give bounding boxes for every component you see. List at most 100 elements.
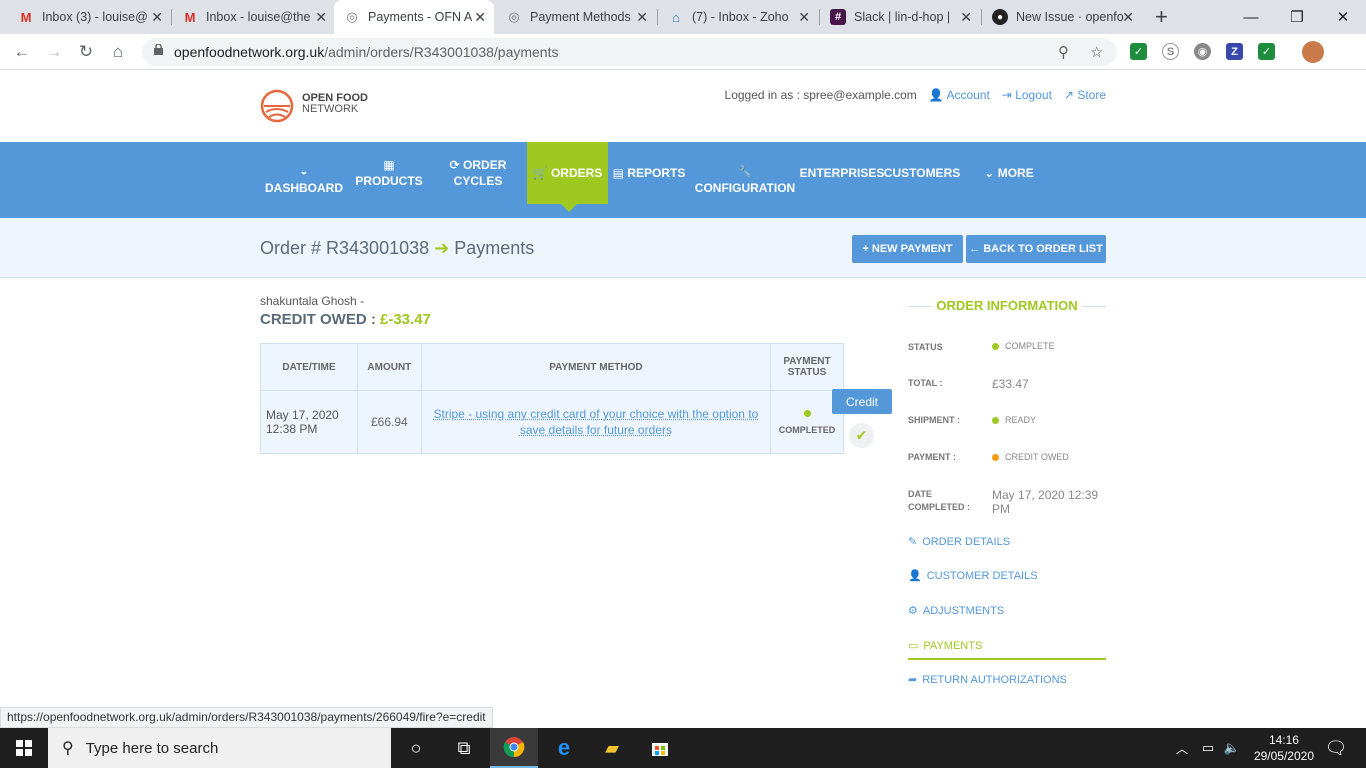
browser-tab-active[interactable]: ◎ Payments - OFN A ✕	[334, 0, 494, 34]
site-logo[interactable]: OPEN FOOD NETWORK	[302, 93, 368, 115]
github-icon: ●	[992, 9, 1008, 25]
total-label: TOTAL :	[908, 378, 943, 388]
nav-orders[interactable]: 🛒 ORDERS	[527, 142, 608, 204]
payment-datetime: May 17, 2020 12:38 PM	[260, 390, 358, 454]
zoom-icon[interactable]: ⚲	[1058, 43, 1069, 61]
plus-icon: +	[862, 243, 872, 255]
skype-extension-icon[interactable]: S	[1162, 43, 1179, 60]
close-tab-icon[interactable]: ✕	[315, 9, 327, 26]
account-link[interactable]: 👤 Account	[929, 88, 990, 102]
credit-action-button[interactable]: ✔	[849, 423, 874, 448]
ofn-icon: ◎	[346, 9, 358, 24]
forward-button[interactable]: →	[42, 40, 66, 64]
address-bar[interactable]: openfoodnetwork.org.uk/admin/orders/R343…	[142, 38, 1117, 66]
column-header-amount: AMOUNT	[356, 343, 422, 391]
taskbar-clock[interactable]: 14:16 29/05/2020	[1254, 732, 1314, 764]
new-tab-button[interactable]: +	[1155, 4, 1168, 30]
sidebar-link-order-details[interactable]: ✎ ORDER DETAILS	[908, 535, 1010, 549]
status-dot-icon	[992, 453, 999, 461]
close-tab-icon[interactable]: ✕	[798, 9, 810, 26]
restore-window-button[interactable]: ❐	[1274, 0, 1320, 34]
close-tab-icon[interactable]: ✕	[151, 9, 163, 26]
customer-name: shakuntala Ghosh -	[260, 294, 365, 308]
nav-products[interactable]: ▦ PRODUCTS	[348, 142, 430, 204]
taskbar-search-input[interactable]: ⚲ Type here to search	[48, 728, 391, 768]
user-icon: 👤	[908, 570, 922, 582]
back-to-order-list-button[interactable]: ← BACK TO ORDER LIST	[966, 235, 1106, 263]
notifications-icon[interactable]: 🗨	[1312, 728, 1360, 768]
nav-dashboard[interactable]: ◒ DASHBOARD	[262, 156, 346, 204]
close-tab-icon[interactable]: ✕	[474, 9, 486, 26]
nav-order-cycles[interactable]: ⟳ ORDER CYCLES	[428, 142, 528, 204]
sign-out-icon: ⇥	[1001, 88, 1012, 102]
payment-label: PAYMENT :	[908, 452, 957, 462]
cogs-icon: ⚙	[908, 605, 918, 617]
chrome-taskbar-icon[interactable]	[490, 728, 538, 768]
volume-icon[interactable]: 🔈	[1220, 728, 1244, 768]
browser-tab[interactable]: ⌂ (7) - Inbox - Zoho ✕	[658, 0, 818, 34]
payment-method-link[interactable]: Stripe - using any credit card of your c…	[433, 407, 758, 437]
close-tab-icon[interactable]: ✕	[1122, 9, 1134, 26]
task-view-icon[interactable]: ⧉	[440, 728, 488, 768]
reload-button[interactable]: ↻	[74, 40, 98, 64]
windows-start-icon[interactable]	[0, 728, 48, 768]
table-row: May 17, 2020 12:38 PM £66.94 Stripe - us…	[260, 390, 844, 454]
sidebar-link-return-authorizations[interactable]: ➦ RETURN AUTHORIZATIONS	[908, 673, 1067, 687]
lock-icon	[154, 44, 163, 55]
status-dot-icon	[992, 342, 999, 350]
shipment-value: READY	[992, 415, 1036, 425]
nav-customers[interactable]: CUSTOMERS	[884, 142, 960, 204]
url-path: /admin/orders/R343001038/payments	[324, 44, 559, 60]
dashboard-icon: ◒	[300, 166, 308, 178]
cortana-icon[interactable]: ○	[392, 728, 440, 768]
chevron-up-icon[interactable]: ︿	[1170, 728, 1194, 768]
gmail-icon: M	[184, 9, 196, 25]
credit-tooltip: Credit	[832, 389, 892, 414]
browser-tab[interactable]: M Inbox - louise@the ✕	[172, 0, 335, 34]
zoho-icon: ⌂	[672, 9, 680, 25]
logged-in-as: Logged in as : spree@example.com	[724, 88, 917, 102]
checkmark-extension-icon[interactable]: ✓	[1130, 43, 1147, 60]
nav-enterprises[interactable]: ENTERPRISES	[800, 142, 885, 204]
privacy-extension-icon[interactable]: ◉	[1194, 43, 1211, 60]
payment-amount: £66.94	[356, 390, 422, 454]
close-tab-icon[interactable]: ✕	[960, 9, 972, 26]
nav-configuration[interactable]: 🔧 CONFIGURATION	[692, 156, 798, 204]
browser-toolbar: ← → ↻ ⌂ openfoodnetwork.org.uk/admin/ord…	[0, 34, 1366, 70]
browser-tab[interactable]: ● New Issue · openfo ✕	[982, 0, 1142, 34]
file-explorer-icon[interactable]: ▰	[588, 728, 636, 768]
user-icon: 👤	[928, 88, 944, 102]
refresh-icon: ⟳	[449, 158, 460, 172]
edit-icon: ✎	[908, 536, 918, 548]
nav-more[interactable]: ⌄ MORE	[976, 142, 1042, 204]
minimize-window-button[interactable]: —	[1228, 0, 1274, 34]
grid-icon: ▦	[383, 158, 395, 172]
logout-link[interactable]: ⇥ Logout	[1002, 88, 1052, 102]
sidebar-link-payments[interactable]: ▭ PAYMENTS	[908, 639, 1106, 660]
main-nav: ◒ DASHBOARD ▦ PRODUCTS ⟳ ORDER CYCLES 🛒 …	[0, 142, 1366, 218]
order-information-title: ORDER INFORMATION	[908, 298, 1106, 313]
bookmark-star-icon[interactable]: ☆	[1090, 43, 1103, 61]
close-window-button[interactable]: ✕	[1320, 0, 1366, 34]
browser-tab[interactable]: # Slack | lin-d-hop | ✕	[820, 0, 980, 34]
back-button[interactable]: ←	[10, 40, 34, 64]
task-extension-icon[interactable]: ✓	[1258, 43, 1275, 60]
new-payment-button[interactable]: + NEW PAYMENT	[852, 235, 963, 263]
sidebar-link-customer-details[interactable]: 👤 CUSTOMER DETAILS	[908, 569, 1038, 583]
home-button[interactable]: ⌂	[106, 40, 130, 64]
zotero-extension-icon[interactable]: Z	[1226, 43, 1243, 60]
store-link[interactable]: ↗ Store	[1064, 88, 1106, 102]
sidebar-link-adjustments[interactable]: ⚙ ADJUSTMENTS	[908, 604, 1004, 618]
network-icon[interactable]: ▭	[1196, 728, 1220, 768]
column-header-payment-method: PAYMENT METHOD	[420, 343, 772, 391]
close-tab-icon[interactable]: ✕	[636, 9, 648, 26]
profile-avatar[interactable]	[1302, 41, 1324, 63]
browser-tab[interactable]: ◎ Payment Methods ✕	[496, 0, 656, 34]
arrow-right-icon: ➔	[434, 238, 450, 258]
page-title: Order # R343001038 ➔ Payments	[260, 238, 535, 258]
nav-reports[interactable]: ▤ REPORTS	[612, 142, 686, 204]
edge-icon[interactable]: e	[540, 728, 588, 768]
browser-tab[interactable]: M Inbox (3) - louise@ ✕	[8, 0, 171, 34]
store-icon[interactable]	[636, 728, 684, 768]
gmail-icon: M	[20, 9, 32, 25]
